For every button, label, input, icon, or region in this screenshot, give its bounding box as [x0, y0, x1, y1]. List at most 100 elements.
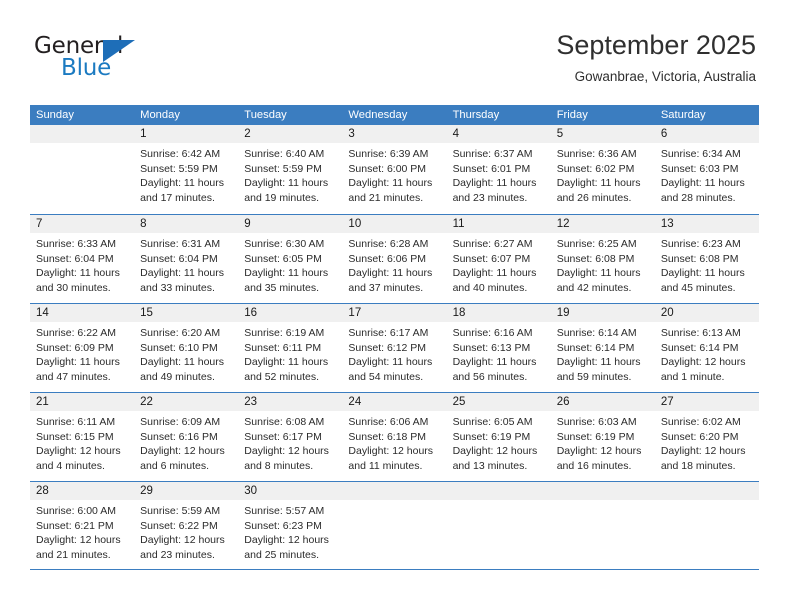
- day-sun-info: Sunrise: 6:13 AM Sunset: 6:14 PM Daylight:…: [655, 322, 759, 384]
- daylight-text: Daylight: 11 hours: [244, 356, 329, 369]
- sunrise-text: Sunrise: 6:11 AM: [36, 416, 116, 428]
- day-cell[interactable]: 28 Sunrise: 6:00 AM Sunset: 6:21 PM Dayligh…: [30, 482, 135, 569]
- sunrise-text: Sunrise: 6:31 AM: [140, 238, 221, 250]
- day-sun-info: Sunrise: 6:20 AM Sunset: 6:10 PM Daylight:…: [134, 322, 238, 384]
- day-number: 25: [446, 393, 551, 411]
- calendar-page: General Blue September 2025 Gowanbrae, V…: [0, 0, 792, 612]
- sunrise-text: Sunrise: 6:00 AM: [36, 505, 116, 517]
- day-sun-info: Sunrise: 6:09 AM Sunset: 6:16 PM Daylight:…: [134, 411, 238, 473]
- sunset-text: Sunset: 6:19 PM: [556, 430, 635, 443]
- sunset-text: Sunset: 5:59 PM: [244, 162, 322, 175]
- day-number: 26: [550, 393, 655, 411]
- sunset-text: Sunset: 6:06 PM: [348, 252, 427, 265]
- day-sun-info: Sunrise: 6:06 AM Sunset: 6:18 PM Daylight:…: [342, 411, 446, 473]
- day-number: 27: [654, 393, 759, 411]
- day-cell[interactable]: 20 Sunrise: 6:13 AM Sunset: 6:14 PM Dayligh…: [654, 304, 759, 392]
- sunrise-text: Sunrise: 6:40 AM: [244, 148, 325, 160]
- day-cell[interactable]: 29 Sunrise: 5:59 AM Sunset: 6:22 PM Dayligh…: [134, 482, 239, 569]
- daylight-text: and 17 minutes.: [140, 191, 215, 204]
- day-sun-info: Sunrise: 5:57 AM Sunset: 6:23 PM Daylight:…: [238, 500, 342, 562]
- day-cell[interactable]: 23 Sunrise: 6:08 AM Sunset: 6:17 PM Dayligh…: [238, 393, 343, 481]
- daylight-text: and 16 minutes.: [556, 459, 632, 472]
- daylight-text: and 18 minutes.: [660, 459, 736, 472]
- daylight-text: and 47 minutes.: [36, 370, 111, 383]
- day-cell-empty: [30, 125, 135, 214]
- day-cell[interactable]: 8 Sunrise: 6:31 AM Sunset: 6:04 PM Daylight…: [134, 215, 239, 303]
- sunrise-text: Sunrise: 6:14 AM: [556, 327, 637, 339]
- day-cell[interactable]: 16 Sunrise: 6:19 AM Sunset: 6:11 PM Dayligh…: [238, 304, 343, 392]
- day-cell[interactable]: 18 Sunrise: 6:16 AM Sunset: 6:13 PM Dayligh…: [446, 304, 551, 392]
- day-number: [342, 482, 447, 500]
- sunset-text: Sunset: 6:14 PM: [556, 341, 635, 354]
- sunset-text: Sunset: 5:59 PM: [140, 162, 218, 175]
- day-cell[interactable]: 12 Sunrise: 6:25 AM Sunset: 6:08 PM Dayligh…: [550, 215, 655, 303]
- day-cell[interactable]: 27 Sunrise: 6:02 AM Sunset: 6:20 PM Dayligh…: [654, 393, 759, 481]
- day-cell-empty: [342, 482, 447, 569]
- day-cell[interactable]: 13 Sunrise: 6:23 AM Sunset: 6:08 PM Dayligh…: [654, 215, 759, 303]
- day-number: 21: [30, 393, 135, 411]
- sunset-text: Sunset: 6:00 PM: [348, 162, 427, 175]
- day-number: [446, 482, 551, 500]
- day-cell[interactable]: 15 Sunrise: 6:20 AM Sunset: 6:10 PM Dayligh…: [134, 304, 239, 392]
- day-cell[interactable]: 30 Sunrise: 5:57 AM Sunset: 6:23 PM Dayligh…: [238, 482, 343, 569]
- daylight-text: Daylight: 11 hours: [556, 267, 641, 280]
- day-cell[interactable]: 21 Sunrise: 6:11 AM Sunset: 6:15 PM Dayligh…: [30, 393, 135, 481]
- day-cell[interactable]: 25 Sunrise: 6:05 AM Sunset: 6:19 PM Dayligh…: [446, 393, 551, 481]
- daylight-text: Daylight: 11 hours: [452, 267, 537, 280]
- day-cell[interactable]: 24 Sunrise: 6:06 AM Sunset: 6:18 PM Dayligh…: [342, 393, 447, 481]
- daylight-text: Daylight: 11 hours: [244, 177, 329, 190]
- day-sun-info: Sunrise: 6:27 AM Sunset: 6:07 PM Daylight:…: [447, 233, 551, 295]
- day-number: 23: [238, 393, 343, 411]
- weekday-header-saturday: Saturday: [660, 109, 706, 121]
- day-cell[interactable]: 3 Sunrise: 6:39 AM Sunset: 6:00 PM Daylight…: [342, 125, 447, 214]
- daylight-text: Daylight: 11 hours: [660, 177, 745, 190]
- day-cell[interactable]: 5 Sunrise: 6:36 AM Sunset: 6:02 PM Daylight…: [550, 125, 655, 214]
- sunrise-text: Sunrise: 6:13 AM: [660, 327, 741, 339]
- day-cell[interactable]: 19 Sunrise: 6:14 AM Sunset: 6:14 PM Dayligh…: [550, 304, 655, 392]
- day-cell[interactable]: 2 Sunrise: 6:40 AM Sunset: 5:59 PM Daylight…: [238, 125, 343, 214]
- day-sun-info: Sunrise: 6:36 AM Sunset: 6:02 PM Daylight:…: [551, 143, 655, 205]
- day-number: 10: [342, 215, 447, 233]
- weekday-header-sunday: Sunday: [36, 109, 74, 121]
- day-cell[interactable]: 22 Sunrise: 6:09 AM Sunset: 6:16 PM Dayligh…: [134, 393, 239, 481]
- daylight-text: Daylight: 12 hours: [660, 356, 746, 369]
- day-cell[interactable]: 14 Sunrise: 6:22 AM Sunset: 6:09 PM Dayligh…: [30, 304, 135, 392]
- day-cell[interactable]: 6 Sunrise: 6:34 AM Sunset: 6:03 PM Daylight…: [654, 125, 759, 214]
- day-sun-info: Sunrise: 6:31 AM Sunset: 6:04 PM Daylight:…: [134, 233, 238, 295]
- day-cell[interactable]: 10 Sunrise: 6:28 AM Sunset: 6:06 PM Dayligh…: [342, 215, 447, 303]
- day-cell[interactable]: 26 Sunrise: 6:03 AM Sunset: 6:19 PM Dayligh…: [550, 393, 655, 481]
- daylight-text: and 33 minutes.: [140, 281, 215, 294]
- sunrise-text: Sunrise: 6:36 AM: [556, 148, 637, 160]
- daylight-text: and 13 minutes.: [452, 459, 528, 472]
- day-cell[interactable]: 4 Sunrise: 6:37 AM Sunset: 6:01 PM Daylight…: [446, 125, 551, 214]
- day-number: 2: [238, 125, 343, 143]
- day-number: 4: [446, 125, 551, 143]
- day-cell[interactable]: 9 Sunrise: 6:30 AM Sunset: 6:05 PM Daylight…: [238, 215, 343, 303]
- day-number: 16: [238, 304, 343, 322]
- sunrise-text: Sunrise: 6:20 AM: [140, 327, 221, 339]
- sunset-text: Sunset: 6:10 PM: [140, 341, 218, 354]
- daylight-text: Daylight: 12 hours: [660, 445, 746, 458]
- daylight-text: Daylight: 11 hours: [348, 267, 433, 280]
- daylight-text: Daylight: 11 hours: [452, 177, 537, 190]
- day-sun-info: Sunrise: 6:14 AM Sunset: 6:14 PM Daylight:…: [551, 322, 655, 384]
- day-sun-info: Sunrise: 6:33 AM Sunset: 6:04 PM Daylight:…: [30, 233, 134, 295]
- sunrise-text: Sunrise: 6:23 AM: [660, 238, 741, 250]
- sunrise-text: Sunrise: 6:28 AM: [348, 238, 429, 250]
- day-number: 24: [342, 393, 447, 411]
- day-cell[interactable]: 1 Sunrise: 6:42 AM Sunset: 5:59 PM Daylight…: [134, 125, 239, 214]
- daylight-text: Daylight: 12 hours: [452, 445, 538, 458]
- sunrise-text: Sunrise: 5:57 AM: [244, 505, 325, 517]
- weekday-header-monday: Monday: [140, 109, 180, 121]
- day-number: 13: [654, 215, 759, 233]
- day-cell[interactable]: 11 Sunrise: 6:27 AM Sunset: 6:07 PM Dayligh…: [446, 215, 551, 303]
- daylight-text: Daylight: 12 hours: [348, 445, 434, 458]
- day-cell[interactable]: 7 Sunrise: 6:33 AM Sunset: 6:04 PM Daylight…: [30, 215, 135, 303]
- daylight-text: and 8 minutes.: [244, 459, 314, 472]
- day-cell[interactable]: 17 Sunrise: 6:17 AM Sunset: 6:12 PM Dayligh…: [342, 304, 447, 392]
- weekday-header-wednesday: Wednesday: [348, 109, 408, 121]
- day-number: 22: [134, 393, 239, 411]
- sunset-text: Sunset: 6:21 PM: [36, 519, 114, 532]
- day-number: [30, 125, 135, 143]
- daylight-text: and 56 minutes.: [452, 370, 528, 383]
